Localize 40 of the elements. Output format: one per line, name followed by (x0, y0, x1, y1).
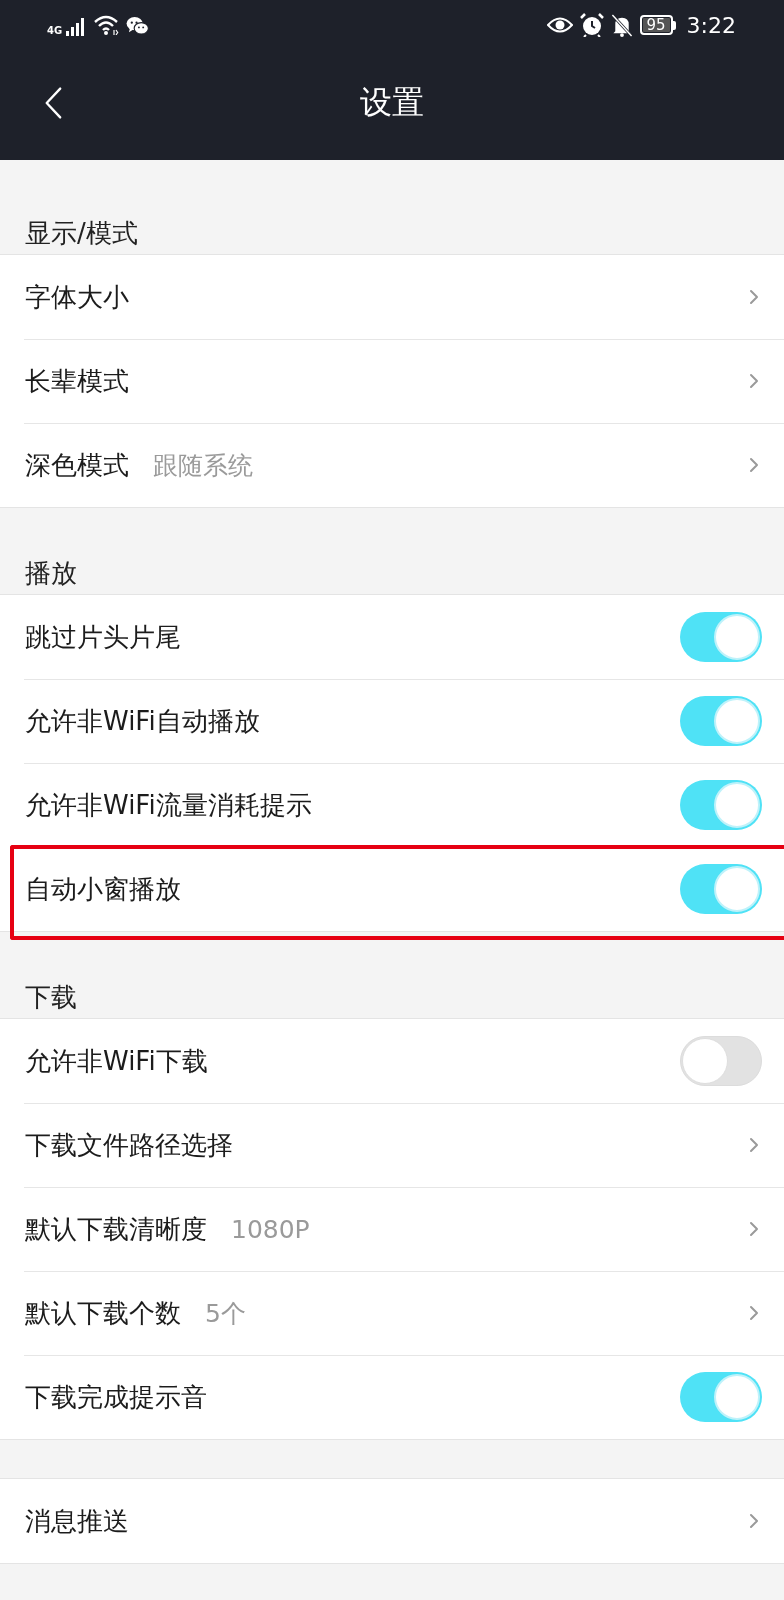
chevron-right-icon (749, 1513, 759, 1529)
setting-value: 跟随系统 (153, 449, 253, 482)
chat-bubbles-icon (126, 15, 150, 35)
setting-label: 消息推送 (25, 1504, 129, 1538)
setting-label: 长辈模式 (25, 364, 129, 398)
setting-label: 允许非WiFi自动播放 (25, 704, 260, 738)
page-title: 设置 (360, 82, 424, 123)
setting-label: 允许非WiFi流量消耗提示 (25, 788, 312, 822)
setting-label: 下载文件路径选择 (25, 1128, 233, 1162)
chevron-right-icon (749, 1305, 759, 1321)
setting-label: 下载完成提示音 (25, 1380, 207, 1414)
setting-label: 默认下载个数 (25, 1296, 181, 1330)
setting-label: 字体大小 (25, 280, 129, 314)
alarm-clock-icon (579, 13, 604, 37)
back-icon[interactable] (44, 86, 62, 120)
toggle-switch[interactable] (680, 696, 762, 746)
battery-level-text: 95 (639, 15, 673, 35)
setting-label: 默认下载清晰度 (25, 1212, 207, 1246)
clock-time: 3:22 (686, 12, 736, 38)
toggle-switch[interactable] (680, 780, 762, 830)
setting-label: 自动小窗播放 (25, 872, 181, 906)
chevron-right-icon (749, 1221, 759, 1237)
setting-label: 深色模式 (25, 448, 129, 482)
setting-value: 1080P (231, 1214, 310, 1244)
chevron-right-icon (749, 457, 759, 473)
network-type-text: 4G (47, 26, 63, 36)
chevron-right-icon (749, 1137, 759, 1153)
chevron-right-icon (749, 289, 759, 305)
signal-icon (66, 18, 87, 36)
wifi-icon (94, 15, 121, 35)
setting-value: 5个 (205, 1297, 246, 1330)
setting-label: 跳过片头片尾 (25, 620, 181, 654)
setting-label: 允许非WiFi下载 (25, 1044, 208, 1078)
chevron-right-icon (749, 373, 759, 389)
toggle-switch[interactable] (680, 864, 762, 914)
toggle-switch[interactable] (680, 1036, 762, 1086)
muted-bell-icon (610, 13, 633, 37)
eye-icon (546, 17, 573, 33)
toggle-switch[interactable] (680, 1372, 762, 1422)
toggle-switch[interactable] (680, 612, 762, 662)
